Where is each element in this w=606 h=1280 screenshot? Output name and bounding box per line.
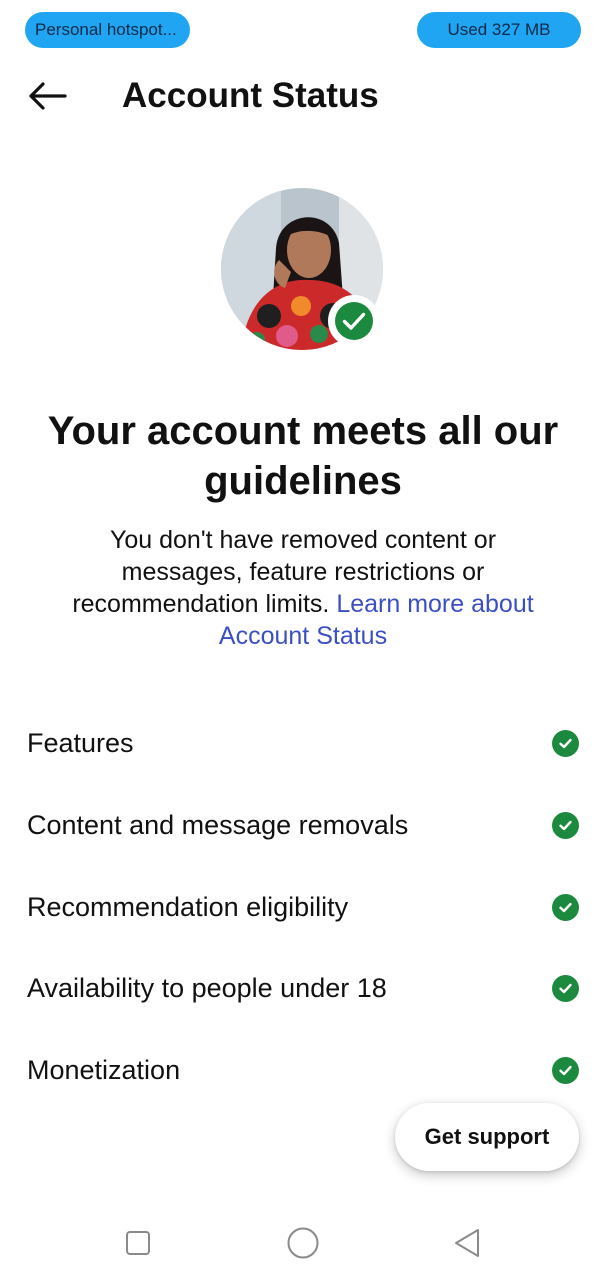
nav-back-button[interactable] bbox=[447, 1223, 487, 1263]
verified-badge bbox=[328, 295, 380, 347]
status-list: Features Content and message removals Re… bbox=[0, 703, 606, 1111]
header: Account Status bbox=[0, 66, 606, 126]
status-label: Availability to people under 18 bbox=[27, 973, 387, 1004]
status-row-content-removals[interactable]: Content and message removals bbox=[0, 785, 606, 867]
back-button[interactable] bbox=[22, 74, 72, 118]
circle-icon bbox=[287, 1227, 319, 1259]
data-usage-pill[interactable]: Used 327 MB bbox=[417, 12, 581, 48]
status-headline: Your account meets all our guidelines bbox=[47, 409, 559, 503]
status-label: Recommendation eligibility bbox=[27, 891, 349, 922]
status-label: Features bbox=[27, 728, 134, 759]
status-label: Monetization bbox=[27, 1055, 181, 1086]
square-icon bbox=[126, 1231, 150, 1255]
profile-avatar-wrap bbox=[221, 188, 385, 352]
page-title: Account Status bbox=[122, 76, 379, 115]
status-row-monetization[interactable]: Monetization bbox=[0, 1030, 606, 1112]
recents-button[interactable] bbox=[118, 1223, 158, 1263]
arrow-left-icon bbox=[29, 82, 67, 110]
status-bar: Personal hotspot... Used 327 MB bbox=[0, 0, 606, 60]
check-circle-icon bbox=[552, 975, 579, 1003]
check-circle-icon bbox=[552, 893, 579, 921]
check-circle-icon bbox=[552, 730, 579, 758]
triangle-back-icon bbox=[455, 1229, 479, 1257]
hotspot-pill[interactable]: Personal hotspot... bbox=[25, 12, 190, 48]
check-circle-icon bbox=[335, 302, 373, 340]
home-button[interactable] bbox=[283, 1223, 323, 1263]
status-row-under-18[interactable]: Availability to people under 18 bbox=[0, 948, 606, 1030]
status-row-features[interactable]: Features bbox=[0, 703, 606, 785]
system-nav-bar bbox=[0, 1205, 606, 1280]
status-label: Content and message removals bbox=[27, 810, 409, 841]
status-row-recommendation[interactable]: Recommendation eligibility bbox=[0, 866, 606, 948]
check-circle-icon bbox=[552, 812, 579, 840]
get-support-button[interactable]: Get support bbox=[395, 1103, 579, 1171]
check-circle-icon bbox=[552, 1057, 579, 1085]
status-description: You don't have removed content or messag… bbox=[60, 524, 546, 652]
